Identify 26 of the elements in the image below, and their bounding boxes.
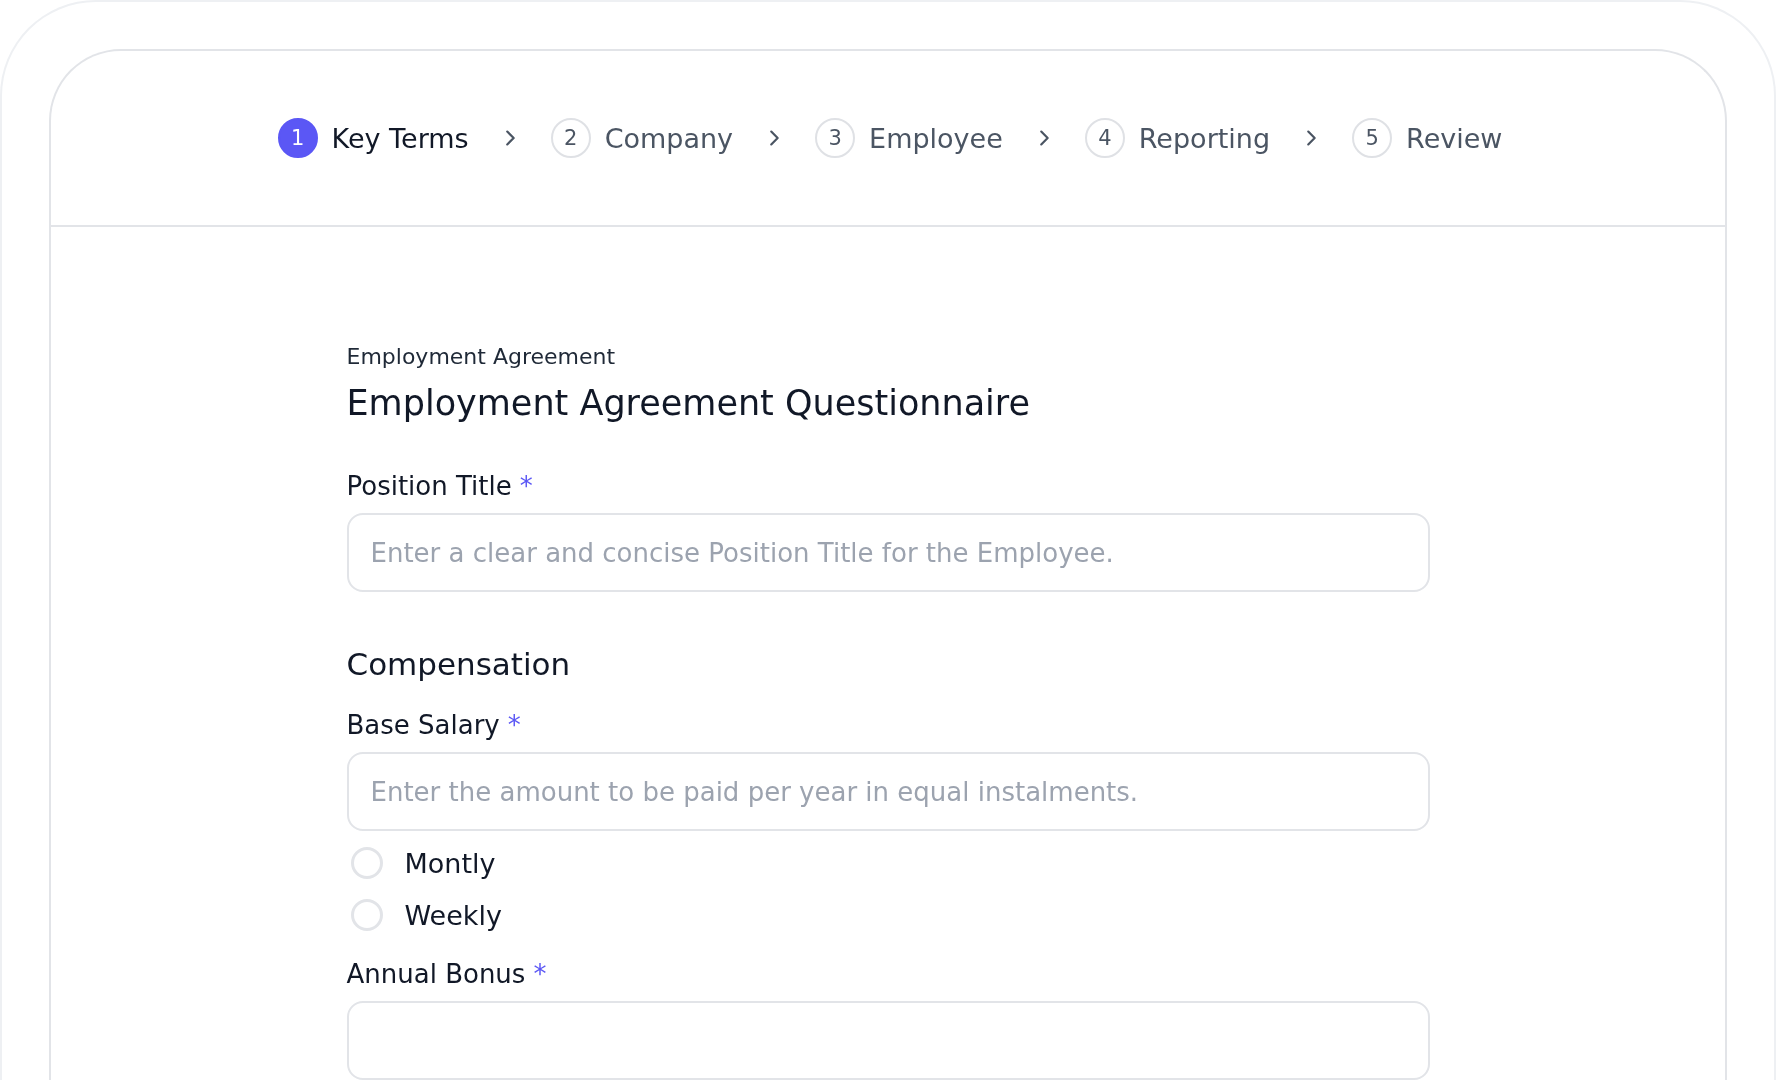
text-input-field[interactable]: Enter a clear and concise Position Title for the Employee.	[346, 513, 1430, 592]
form-title: Employment Agreement Questionnaire	[346, 383, 1031, 423]
step-label[interactable]: Employee	[869, 122, 1003, 154]
step-label[interactable]: Key Terms	[331, 122, 469, 154]
required-marker: *	[507, 710, 521, 740]
step-number[interactable]: 3	[815, 118, 856, 158]
section-heading: Compensation	[346, 646, 572, 682]
radio-label: Weekly	[404, 899, 502, 931]
step-number[interactable]: 5	[1352, 118, 1393, 158]
step-label[interactable]: Review	[1406, 122, 1503, 154]
form-category: Employment Agreement	[346, 344, 617, 369]
required-marker: *	[519, 471, 533, 501]
step-label[interactable]: Reporting	[1138, 122, 1271, 154]
text-input-field[interactable]: Enter the amount to be paid per year in equal instalments.	[346, 752, 1430, 831]
field-label: Annual Bonus	[346, 959, 526, 989]
field-label: Position Title	[346, 471, 512, 501]
step-label[interactable]: Company	[604, 122, 734, 154]
text-input-field[interactable]	[346, 1001, 1430, 1080]
step-number[interactable]: 4	[1084, 118, 1125, 158]
required-marker: *	[533, 959, 547, 989]
radio-button[interactable]	[350, 847, 383, 879]
radio-label: Montly	[404, 847, 496, 879]
radio-button[interactable]	[350, 899, 383, 931]
step-number[interactable]: 2	[550, 118, 591, 158]
field-label: Base Salary	[346, 710, 500, 740]
step-number[interactable]: 1	[277, 118, 318, 158]
